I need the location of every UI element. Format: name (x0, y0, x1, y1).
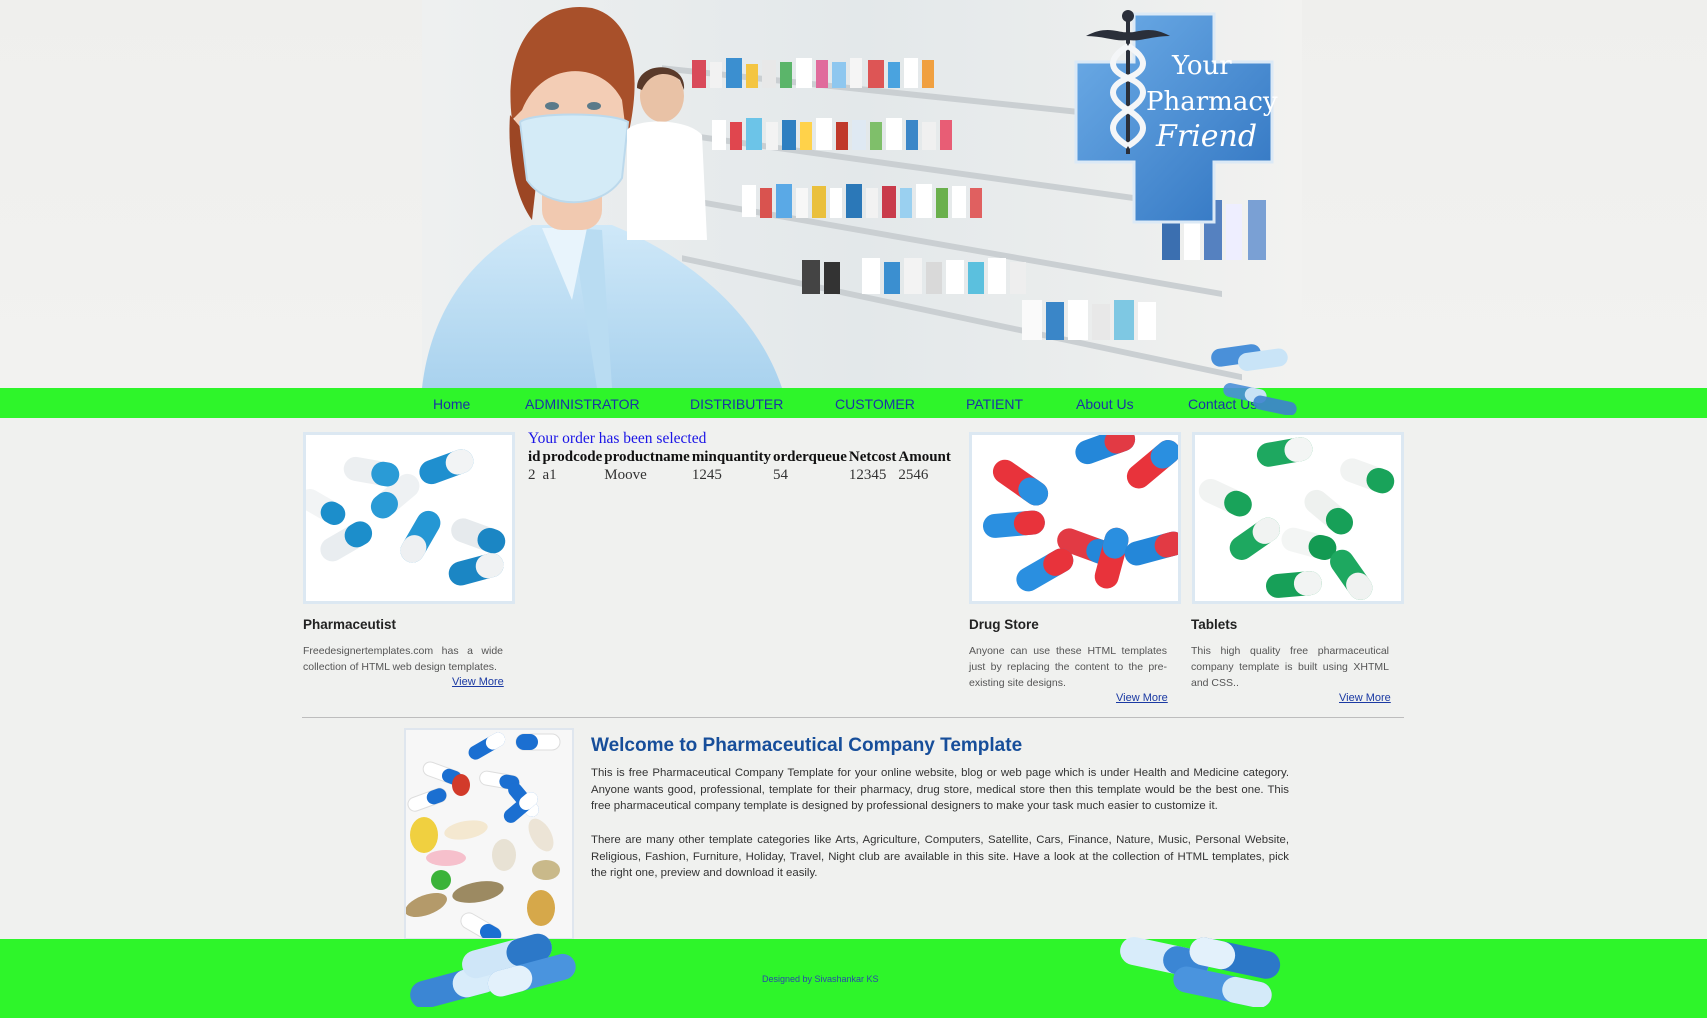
drugstore-text: Anyone can use these HTML templates just… (969, 645, 1167, 689)
logo-line-3: Friend (1155, 119, 1257, 154)
designer-credit: Designed by Sivashankar KS (762, 974, 879, 984)
col-header-id: id (528, 449, 541, 465)
cell-prodcode: a1 (542, 467, 557, 483)
logo-line-1: Your (1171, 51, 1232, 81)
drugstore-view-more-link[interactable]: View More (1116, 692, 1168, 704)
nav-about-us[interactable]: About Us (1076, 396, 1134, 412)
nav-home[interactable]: Home (433, 396, 470, 412)
drugstore-image (969, 432, 1181, 604)
pill-icon (410, 933, 576, 1007)
pharmaceutist-title: Pharmaceutist (303, 617, 397, 632)
welcome-heading: Welcome to Pharmaceutical Company Templa… (591, 735, 1023, 756)
pill-icon (1120, 937, 1281, 1007)
col-header-orderqueue: orderqueue (773, 449, 847, 465)
cell-netcost: 12345 (848, 467, 887, 483)
nav-administrator[interactable]: ADMINISTRATOR (525, 396, 640, 412)
table-row: 2 a1 Moove 1245 54 12345 2546 (528, 467, 953, 484)
welcome-paragraph-1: This is free Pharmaceutical Company Temp… (591, 767, 1289, 812)
col-header-prodcode: prodcode (542, 449, 603, 465)
col-header-netcost: Netcost (848, 449, 897, 465)
col-header-productname: productname (604, 449, 690, 465)
mixed-pills-image (404, 728, 574, 940)
order-panel: Your order has been selected id prodcode… (528, 430, 953, 484)
pharmaceutist-view-more-link[interactable]: View More (452, 676, 504, 688)
tablets-title: Tablets (1191, 617, 1238, 632)
nav-distributer[interactable]: DISTRIBUTER (690, 396, 783, 412)
pharmacy-logo: Your Pharmacy Friend (1074, 10, 1278, 224)
footer: Designed by Sivashankar KS (0, 933, 1707, 1018)
col-header-amount: Amount (898, 449, 951, 465)
cell-orderqueue: 54 (773, 467, 789, 483)
tablets-image (1192, 432, 1404, 604)
cell-id: 2 (528, 467, 536, 483)
welcome-paragraph-2: There are many other template categories… (591, 834, 1289, 879)
order-table: id prodcode productname minquantity orde… (528, 449, 953, 484)
cell-minquantity: 1245 (691, 467, 722, 483)
header-banner: Your Pharmacy Friend (0, 0, 1707, 388)
cell-productname: Moove (604, 467, 647, 483)
section-divider (302, 717, 1404, 718)
nav-patient[interactable]: PATIENT (966, 396, 1023, 412)
tablets-view-more-link[interactable]: View More (1339, 692, 1391, 704)
order-table-header-row: id prodcode productname minquantity orde… (528, 449, 953, 467)
logo-line-2: Pharmacy (1146, 87, 1278, 117)
pharmaceutist-text: Freedesignertemplates.com has a wide col… (303, 645, 503, 673)
main-nav: Home ADMINISTRATOR DISTRIBUTER CUSTOMER … (0, 388, 1707, 418)
cell-amount: 2546 (898, 467, 929, 483)
drugstore-title: Drug Store (969, 617, 1039, 632)
tablets-text: This high quality free pharmaceutical co… (1191, 645, 1389, 689)
order-status-message: Your order has been selected (528, 430, 707, 447)
pill-icon (1223, 383, 1297, 415)
pharmaceutist-image (303, 432, 515, 604)
col-header-minquantity: minquantity (691, 449, 772, 465)
nav-customer[interactable]: CUSTOMER (835, 396, 915, 412)
